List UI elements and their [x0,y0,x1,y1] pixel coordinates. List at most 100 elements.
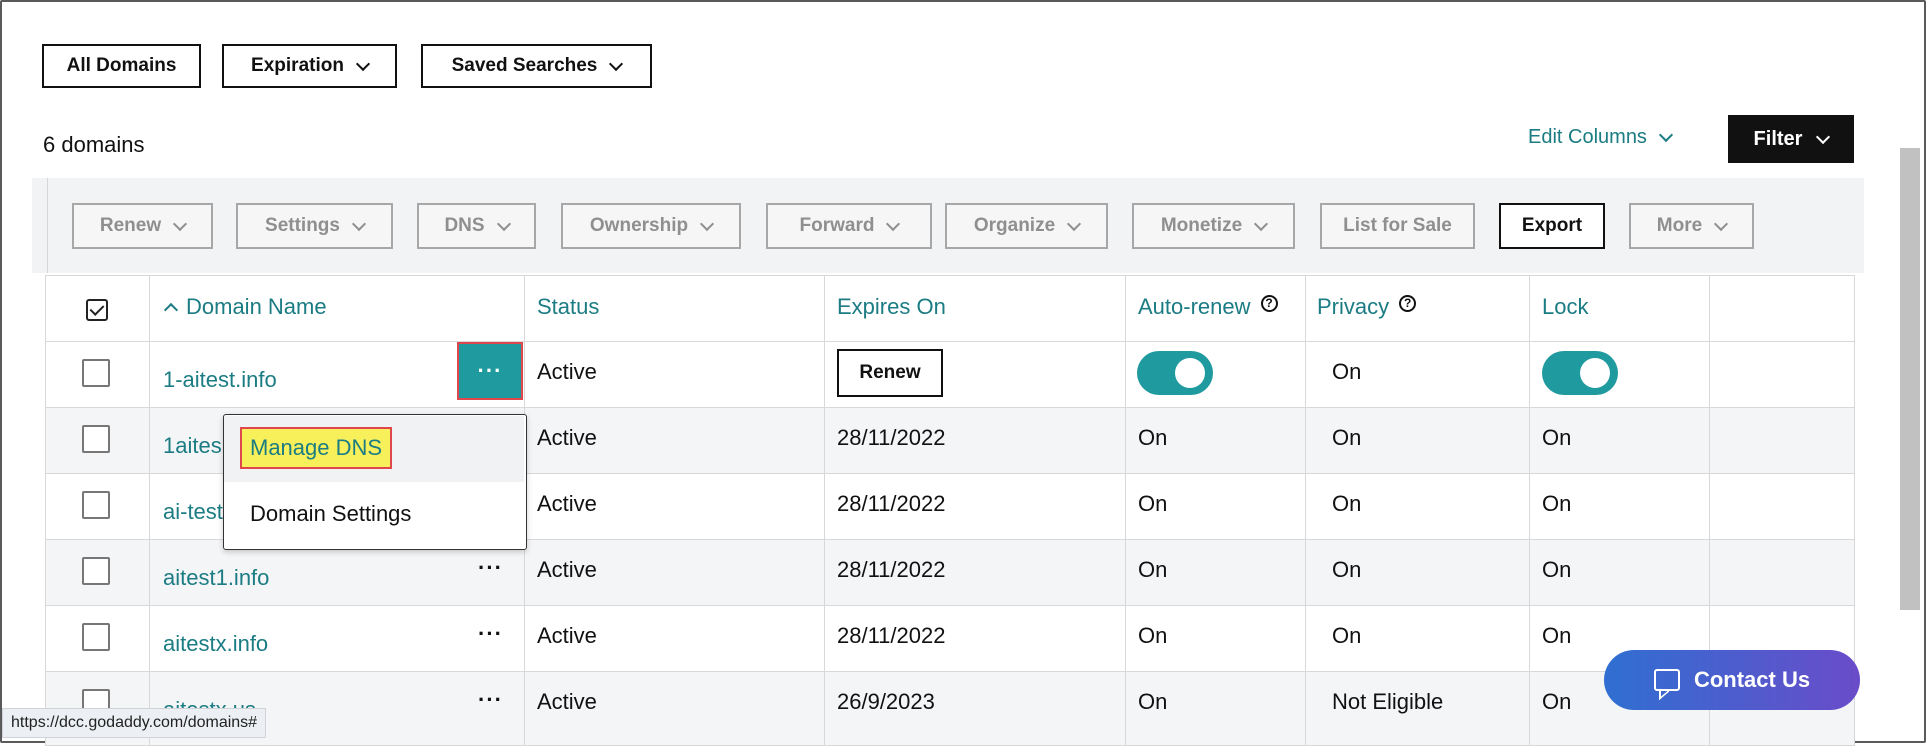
more-actions-icon[interactable]: ··· [478,621,503,647]
column-divider [1125,275,1126,745]
auto-renew-cell: On [1138,491,1168,516]
all-domains-label: All Domains [66,55,177,76]
more-label: More [1656,215,1703,236]
manage-dns-menu-item[interactable]: Manage DNS [240,427,393,469]
expires-on-header-label: Expires On [837,294,946,319]
lock-column-header[interactable]: Lock [1542,294,1588,320]
domain-name-column-header[interactable]: Domain Name [163,294,327,320]
lock-cell: On [1542,491,1572,516]
vertical-scrollbar[interactable] [1900,148,1920,610]
table-row: aitestx.info ··· Active 28/11/2022 On On… [46,605,1854,671]
chevron-down-icon [1714,216,1729,231]
auto-renew-header-label: Auto-renew [1138,294,1251,319]
expires-on-column-header[interactable]: Expires On [837,294,946,320]
organize-dropdown[interactable]: Organize [945,203,1108,249]
auto-renew-cell: On [1138,425,1168,450]
expires-cell: 28/11/2022 [837,491,946,516]
more-actions-button-active[interactable]: ··· [457,342,523,400]
domain-count: 6 domains [43,132,145,157]
domain-link[interactable]: ai-test [163,499,223,525]
column-divider [1305,275,1306,745]
all-domains-button[interactable]: All Domains [42,44,201,88]
privacy-column-header[interactable]: Privacy ? [1317,294,1417,320]
lock-cell: On [1542,425,1572,450]
privacy-cell: On [1332,557,1362,582]
export-label: Export [1521,215,1583,236]
chevron-down-icon [351,216,367,231]
organize-label: Organize [973,215,1056,236]
status-header-label: Status [537,294,600,319]
expires-cell: 26/9/2023 [837,689,935,714]
status-cell: Active [537,689,597,714]
table-row: aitestx.us ··· Active 26/9/2023 On Not E… [46,671,1854,745]
status-bar-url: https://dcc.godaddy.com/domains# [2,708,267,738]
domain-actions-menu: Manage DNS Domain Settings [223,414,527,550]
filter-label: Filter [1753,127,1803,150]
privacy-header-label: Privacy [1317,294,1390,319]
chevron-down-icon [700,216,715,231]
domain-name-header-label: Domain Name [186,294,327,319]
monetize-label: Monetize [1160,215,1243,236]
select-all-checkbox[interactable] [86,299,108,321]
settings-dropdown[interactable]: Settings [236,203,393,249]
forward-dropdown[interactable]: Forward [766,203,932,249]
status-cell: Active [537,359,597,384]
privacy-cell: Not Eligible [1332,689,1444,714]
row-checkbox[interactable] [82,623,110,651]
privacy-cell: On [1332,425,1362,450]
chevron-down-icon [1816,129,1831,144]
chevron-down-icon [1067,216,1082,231]
status-cell: Active [537,557,597,582]
chevron-down-icon [886,216,901,231]
dns-dropdown[interactable]: DNS [417,203,536,249]
domain-link[interactable]: aitest1.info [163,565,269,591]
expiration-dropdown[interactable]: Expiration [222,44,397,88]
auto-renew-cell: On [1138,689,1168,714]
row-checkbox[interactable] [82,359,110,387]
forward-label: Forward [799,215,875,236]
privacy-cell: On [1332,359,1362,384]
domain-link[interactable]: aitestx.info [163,631,268,657]
edit-columns-button[interactable]: Edit Columns [1528,126,1674,149]
help-icon[interactable]: ? [1399,294,1417,312]
status-column-header[interactable]: Status [537,294,599,320]
monetize-dropdown[interactable]: Monetize [1132,203,1295,249]
row-checkbox[interactable] [82,557,110,585]
list-for-sale-label: List for Sale [1343,215,1452,236]
table-header-row: Domain Name Status Expires On Auto-renew… [46,275,1854,341]
more-dropdown[interactable]: More [1629,203,1754,249]
chevron-down-icon [609,56,624,71]
auto-renew-toggle[interactable] [1137,351,1213,395]
privacy-cell: On [1332,491,1362,516]
more-actions-icon[interactable]: ··· [478,687,503,713]
settings-label: Settings [265,215,340,236]
expires-cell: 28/11/2022 [837,623,946,648]
renew-button[interactable]: Renew [837,349,943,397]
auto-renew-column-header[interactable]: Auto-renew ? [1138,294,1278,320]
expiration-label: Expiration [251,55,344,76]
domain-link[interactable]: 1aites [163,433,222,459]
filter-button[interactable]: Filter [1728,115,1854,163]
domain-settings-menu-item[interactable]: Domain Settings [250,501,411,527]
list-for-sale-button[interactable]: List for Sale [1320,203,1475,249]
export-button[interactable]: Export [1499,203,1605,249]
row-checkbox[interactable] [82,491,110,519]
auto-renew-cell: On [1138,623,1168,648]
row-checkbox[interactable] [82,425,110,453]
more-actions-icon[interactable]: ··· [478,555,503,581]
saved-searches-dropdown[interactable]: Saved Searches [421,44,652,88]
help-icon[interactable]: ? [1260,294,1278,312]
auto-renew-cell: On [1138,557,1168,582]
saved-searches-label: Saved Searches [451,55,598,76]
chevron-down-icon [1254,216,1269,231]
lock-toggle[interactable] [1542,351,1618,395]
domain-link[interactable]: 1-aitest.info [163,367,277,393]
ownership-dropdown[interactable]: Ownership [561,203,741,249]
renew-dropdown[interactable]: Renew [72,203,213,249]
contact-us-label: Contact Us [1693,667,1811,692]
ownership-label: Ownership [589,215,689,236]
chevron-down-icon [173,216,188,231]
column-divider [149,275,150,745]
lock-cell: On [1542,689,1572,714]
contact-us-button[interactable]: Contact Us [1604,650,1860,710]
